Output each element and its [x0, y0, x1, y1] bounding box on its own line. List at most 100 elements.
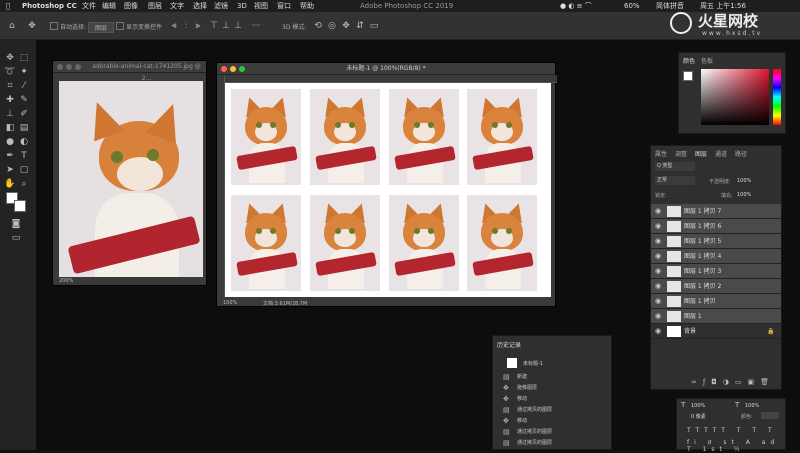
- history-brush-icon[interactable]: ✐: [18, 108, 30, 120]
- orbit-3d-icon[interactable]: ⟲: [312, 20, 324, 32]
- zoom-level[interactable]: 200%: [59, 278, 73, 284]
- fg-color-swatch[interactable]: [683, 71, 693, 81]
- zoom-icon[interactable]: ⌕: [18, 178, 30, 190]
- marquee-icon[interactable]: ⬚: [18, 52, 30, 64]
- move-tool-icon[interactable]: ✥: [26, 20, 38, 32]
- blur-icon[interactable]: ●: [4, 136, 16, 148]
- baseline-shift-input[interactable]: 0 像素: [691, 413, 706, 420]
- minimize-icon[interactable]: [66, 64, 72, 70]
- tab-paths[interactable]: 路径: [735, 149, 747, 158]
- color-picker-field[interactable]: [701, 69, 769, 125]
- eye-icon[interactable]: ◉: [655, 219, 661, 234]
- tab-color[interactable]: 颜色: [683, 56, 695, 65]
- zoom-level[interactable]: 100%: [223, 300, 237, 306]
- screen-mode-icon[interactable]: ▭: [10, 232, 22, 244]
- history-item[interactable]: ▤ 新建: [503, 372, 603, 382]
- layer-row[interactable]: ◉ 图层 1: [651, 309, 781, 324]
- minimize-icon[interactable]: [230, 66, 236, 72]
- snapshot-name[interactable]: 未标题-1: [523, 360, 543, 367]
- pan-3d-icon[interactable]: ✥: [340, 20, 352, 32]
- gradient-icon[interactable]: ▤: [18, 122, 30, 134]
- history-item[interactable]: ▤ 通过拷贝的图层: [503, 405, 603, 415]
- layer-actions-bar[interactable]: ∞ƒ◘◑▭▣🗑: [691, 378, 775, 386]
- align-bottom-icon[interactable]: ⊥: [232, 20, 244, 32]
- eye-icon[interactable]: ◉: [655, 309, 661, 324]
- menu-image[interactable]: 图像: [124, 0, 138, 12]
- align-center-icon[interactable]: ⫶: [180, 20, 192, 32]
- dodge-icon[interactable]: ◐: [18, 136, 30, 148]
- zoom-window-icon[interactable]: [75, 64, 81, 70]
- auto-select-checkbox[interactable]: [50, 22, 58, 30]
- layer-row[interactable]: ◉ 图层 1 拷贝 5: [651, 234, 781, 249]
- distribute-icon[interactable]: ⋯: [250, 20, 262, 32]
- layer-row[interactable]: ◉ 图层 1 拷贝 6: [651, 219, 781, 234]
- brush-icon[interactable]: ✎: [18, 94, 30, 106]
- menu-filter[interactable]: 滤镜: [214, 0, 228, 12]
- close-icon[interactable]: [221, 66, 227, 72]
- pen-icon[interactable]: ✒: [4, 150, 16, 162]
- move-icon[interactable]: ✥: [4, 52, 16, 64]
- menu-view[interactable]: 视图: [254, 0, 268, 12]
- eyedropper-icon[interactable]: ⁄: [18, 80, 30, 92]
- auto-select-dropdown[interactable]: 图层: [88, 22, 115, 33]
- fill-input[interactable]: 100%: [737, 192, 751, 198]
- tab-swatches[interactable]: 色板: [701, 56, 713, 65]
- app-menu[interactable]: Photoshop CC: [22, 0, 77, 12]
- slide-3d-icon[interactable]: ⇵: [354, 20, 366, 32]
- eye-icon[interactable]: ◉: [655, 264, 661, 279]
- align-middle-icon[interactable]: ⊥: [220, 20, 232, 32]
- menu-layer[interactable]: 图层: [148, 0, 162, 12]
- eye-icon[interactable]: ◉: [655, 234, 661, 249]
- text-color-swatch[interactable]: [761, 412, 779, 419]
- align-left-icon[interactable]: ⫷: [168, 20, 180, 32]
- layer-row[interactable]: ◉ 图层 1 拷贝: [651, 294, 781, 309]
- opacity-input[interactable]: 100%: [737, 178, 751, 184]
- layer-row[interactable]: ◉ 图层 1 拷贝 4: [651, 249, 781, 264]
- stamp-icon[interactable]: ⊥: [4, 108, 16, 120]
- layer-row[interactable]: ◉ 图层 1 拷贝 7: [651, 204, 781, 219]
- menu-type[interactable]: 文字: [170, 0, 184, 12]
- align-top-icon[interactable]: ⊤: [208, 20, 220, 32]
- apple-icon[interactable]: : [6, 0, 10, 12]
- horizontal-ruler[interactable]: [217, 75, 557, 83]
- tab-layers[interactable]: 图层: [695, 149, 707, 158]
- eye-icon[interactable]: ◉: [655, 324, 661, 339]
- layer-row[interactable]: ◉ 图层 1 拷贝 2: [651, 279, 781, 294]
- menu-edit[interactable]: 编辑: [102, 0, 116, 12]
- crop-icon[interactable]: ⌗: [4, 80, 16, 92]
- layer-filter-dropdown[interactable]: Q 类型: [655, 162, 695, 171]
- layer-row[interactable]: ◉ 背景 🔒: [651, 324, 781, 339]
- home-icon[interactable]: ⌂: [6, 20, 18, 32]
- tab-adjustments[interactable]: 调整: [675, 149, 687, 158]
- type-icon[interactable]: T: [18, 150, 30, 162]
- menu-help[interactable]: 帮助: [300, 0, 314, 12]
- eye-icon[interactable]: ◉: [655, 279, 661, 294]
- history-item[interactable]: ✥ 移动: [503, 394, 603, 404]
- eye-icon[interactable]: ◉: [655, 204, 661, 219]
- document-titlebar-main[interactable]: 未标题-1 @ 100%(RGB/8) *: [217, 63, 555, 75]
- shape-icon[interactable]: ▢: [18, 164, 30, 176]
- cat-photo[interactable]: [59, 81, 203, 277]
- menu-window[interactable]: 窗口: [277, 0, 291, 12]
- menu-3d[interactable]: 3D: [237, 0, 247, 12]
- vertical-scale-input[interactable]: 100%: [691, 403, 705, 409]
- menu-select[interactable]: 选择: [193, 0, 207, 12]
- layer-row[interactable]: ◉ 图层 1 拷贝 3: [651, 264, 781, 279]
- show-transform-checkbox[interactable]: [116, 22, 124, 30]
- menu-file[interactable]: 文件: [82, 0, 96, 12]
- history-item[interactable]: ▤ 通过拷贝的图层: [503, 427, 603, 437]
- blend-mode-dropdown[interactable]: 正常: [655, 176, 695, 185]
- zoom-window-icon[interactable]: [239, 66, 245, 72]
- history-item[interactable]: ✥ 拖移图层: [503, 383, 603, 393]
- scale-3d-icon[interactable]: ▭: [368, 20, 380, 32]
- history-item[interactable]: ▤ 通过拷贝的图层: [503, 438, 603, 448]
- lasso-icon[interactable]: ➰: [4, 66, 16, 78]
- magic-wand-icon[interactable]: ✦: [18, 66, 30, 78]
- history-item[interactable]: ✥ 移动: [503, 416, 603, 426]
- document-info[interactable]: 文档:3.61M/28.7M: [263, 300, 307, 307]
- document-titlebar[interactable]: adorable-animal-cat-1741205.jpg @ 2...: [53, 61, 206, 82]
- path-select-icon[interactable]: ➤: [4, 164, 16, 176]
- tab-channels[interactable]: 通道: [715, 149, 727, 158]
- close-icon[interactable]: [57, 64, 63, 70]
- quick-mask-icon[interactable]: ◙: [10, 218, 22, 230]
